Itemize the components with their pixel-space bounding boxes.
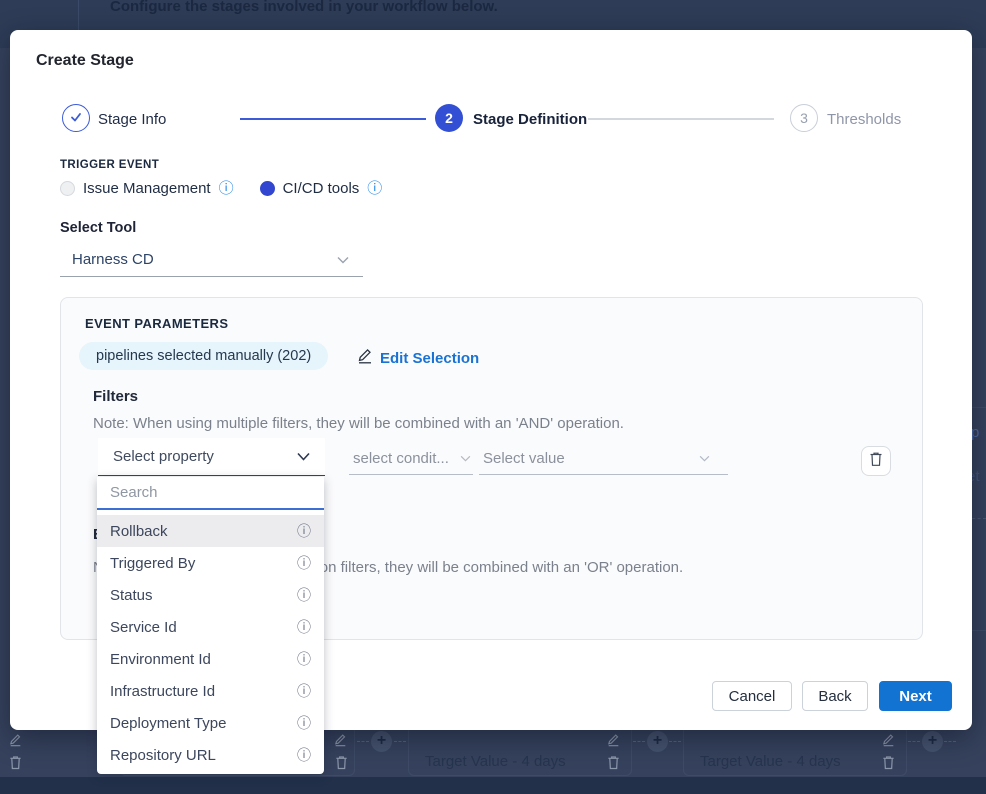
- info-icon[interactable]: ⓘ: [367, 181, 382, 196]
- edit-icon: [333, 733, 348, 747]
- chevron-down-icon: [297, 452, 310, 461]
- option-repository-url[interactable]: Repository URL ⓘ: [97, 739, 324, 771]
- select-tool-label: Select Tool: [60, 220, 136, 236]
- filters-heading: Filters: [93, 388, 138, 405]
- info-icon[interactable]: ⓘ: [297, 716, 311, 730]
- option-infrastructure-id[interactable]: Infrastructure Id ⓘ: [97, 675, 324, 707]
- select-value-placeholder: Select value: [483, 450, 565, 467]
- option-deployment-type[interactable]: Deployment Type ⓘ: [97, 707, 324, 739]
- trash-icon: [335, 755, 348, 770]
- step-2-label[interactable]: Stage Definition: [473, 111, 587, 128]
- chevron-down-icon: [699, 455, 710, 462]
- filters-note: Note: When using multiple filters, they …: [93, 415, 624, 432]
- info-icon[interactable]: ⓘ: [219, 181, 234, 196]
- trash-icon: [607, 755, 620, 770]
- select-value-dropdown[interactable]: Select value: [479, 442, 728, 475]
- property-dropdown-menu: Rollback ⓘ Triggered By ⓘ Status ⓘ Servi…: [97, 477, 324, 774]
- delete-filter-button[interactable]: [861, 446, 891, 476]
- stepper-connector-complete: [240, 118, 426, 120]
- info-icon[interactable]: ⓘ: [297, 556, 311, 570]
- info-icon[interactable]: ⓘ: [297, 748, 311, 762]
- select-property-dropdown[interactable]: Select property: [98, 438, 325, 476]
- edit-selection-link[interactable]: Edit Selection: [357, 348, 479, 368]
- option-label: Infrastructure Id: [110, 683, 215, 700]
- background-card-label: Target Value - 4 days: [425, 753, 566, 770]
- background-page-subtitle: Configure the stages involved in your wo…: [110, 0, 498, 15]
- background-dashed-line: [908, 741, 920, 742]
- step-3-label[interactable]: Thresholds: [827, 111, 901, 128]
- background-dashed-line: [394, 741, 406, 742]
- check-icon: [69, 110, 83, 127]
- option-label: Repository URL: [110, 747, 216, 764]
- background-bottom-strip: [0, 777, 986, 794]
- trash-icon: [9, 755, 22, 770]
- option-triggered-by[interactable]: Triggered By ⓘ: [97, 547, 324, 579]
- trash-icon: [882, 755, 895, 770]
- option-service-id[interactable]: Service Id ⓘ: [97, 611, 324, 643]
- select-condition-dropdown[interactable]: select condit...: [349, 442, 473, 475]
- chevron-down-icon: [337, 256, 349, 264]
- back-button[interactable]: Back: [802, 681, 868, 711]
- background-card-label: Target Value - 4 days: [700, 753, 841, 770]
- radio-cicd-tools[interactable]: [260, 181, 275, 196]
- option-label: Deployment Type: [110, 715, 226, 732]
- radio-cicd-tools-label[interactable]: CI/CD tools: [283, 180, 360, 197]
- stepper-connector-pending: [588, 118, 774, 120]
- info-icon[interactable]: ⓘ: [297, 524, 311, 538]
- info-icon[interactable]: ⓘ: [297, 620, 311, 634]
- edit-icon: [8, 733, 23, 747]
- select-tool-dropdown[interactable]: Harness CD: [60, 243, 363, 277]
- option-environment-id[interactable]: Environment Id ⓘ: [97, 643, 324, 675]
- background-dashed-line: [357, 741, 369, 742]
- trigger-event-options: Issue Management ⓘ CI/CD tools ⓘ: [60, 179, 382, 197]
- info-icon[interactable]: ⓘ: [297, 684, 311, 698]
- add-stage-icon: +: [647, 731, 668, 752]
- option-rollback[interactable]: Rollback ⓘ: [97, 515, 324, 547]
- modal-title: Create Stage: [36, 52, 134, 70]
- edit-icon: [357, 348, 373, 368]
- event-parameters-heading: EVENT PARAMETERS: [85, 316, 228, 331]
- next-button[interactable]: Next: [879, 681, 952, 711]
- background-divider: [972, 630, 986, 631]
- edit-selection-label: Edit Selection: [380, 350, 479, 367]
- info-icon[interactable]: ⓘ: [297, 652, 311, 666]
- option-label: Triggered By: [110, 555, 195, 572]
- step-2-indicator[interactable]: 2: [435, 104, 463, 132]
- chevron-down-icon: [460, 455, 471, 462]
- edit-icon: [881, 733, 896, 747]
- option-label: Environment Id: [110, 651, 211, 668]
- property-options-list: Rollback ⓘ Triggered By ⓘ Status ⓘ Servi…: [97, 510, 324, 771]
- option-label: Status: [110, 587, 153, 604]
- option-label: Rollback: [110, 523, 168, 540]
- option-label: Service Id: [110, 619, 177, 636]
- select-property-placeholder: Select property: [113, 448, 214, 465]
- info-icon[interactable]: ⓘ: [297, 588, 311, 602]
- edit-icon: [606, 733, 621, 747]
- step-1-label[interactable]: Stage Info: [98, 111, 166, 128]
- select-tool-value: Harness CD: [72, 251, 154, 268]
- step-2-number: 2: [445, 110, 453, 126]
- search-input[interactable]: [97, 477, 324, 510]
- add-stage-icon: +: [371, 731, 392, 752]
- background-dashed-line: [669, 741, 681, 742]
- pipelines-selection-pill: pipelines selected manually (202): [79, 342, 328, 370]
- trigger-event-label: TRIGGER EVENT: [60, 159, 159, 171]
- cancel-button[interactable]: Cancel: [712, 681, 792, 711]
- background-divider: [78, 0, 79, 30]
- background-divider: [972, 407, 986, 408]
- screen: Configure the stages involved in your wo…: [0, 0, 986, 794]
- trash-icon: [869, 451, 883, 472]
- step-1-indicator[interactable]: [62, 104, 90, 132]
- radio-issue-management-label[interactable]: Issue Management: [83, 180, 211, 197]
- select-condition-placeholder: select condit...: [353, 450, 449, 467]
- option-status[interactable]: Status ⓘ: [97, 579, 324, 611]
- background-dashed-line: [944, 741, 956, 742]
- add-stage-icon: +: [922, 731, 943, 752]
- step-3-number: 3: [800, 110, 808, 126]
- radio-issue-management[interactable]: [60, 181, 75, 196]
- step-3-indicator[interactable]: 3: [790, 104, 818, 132]
- background-dashed-line: [633, 741, 645, 742]
